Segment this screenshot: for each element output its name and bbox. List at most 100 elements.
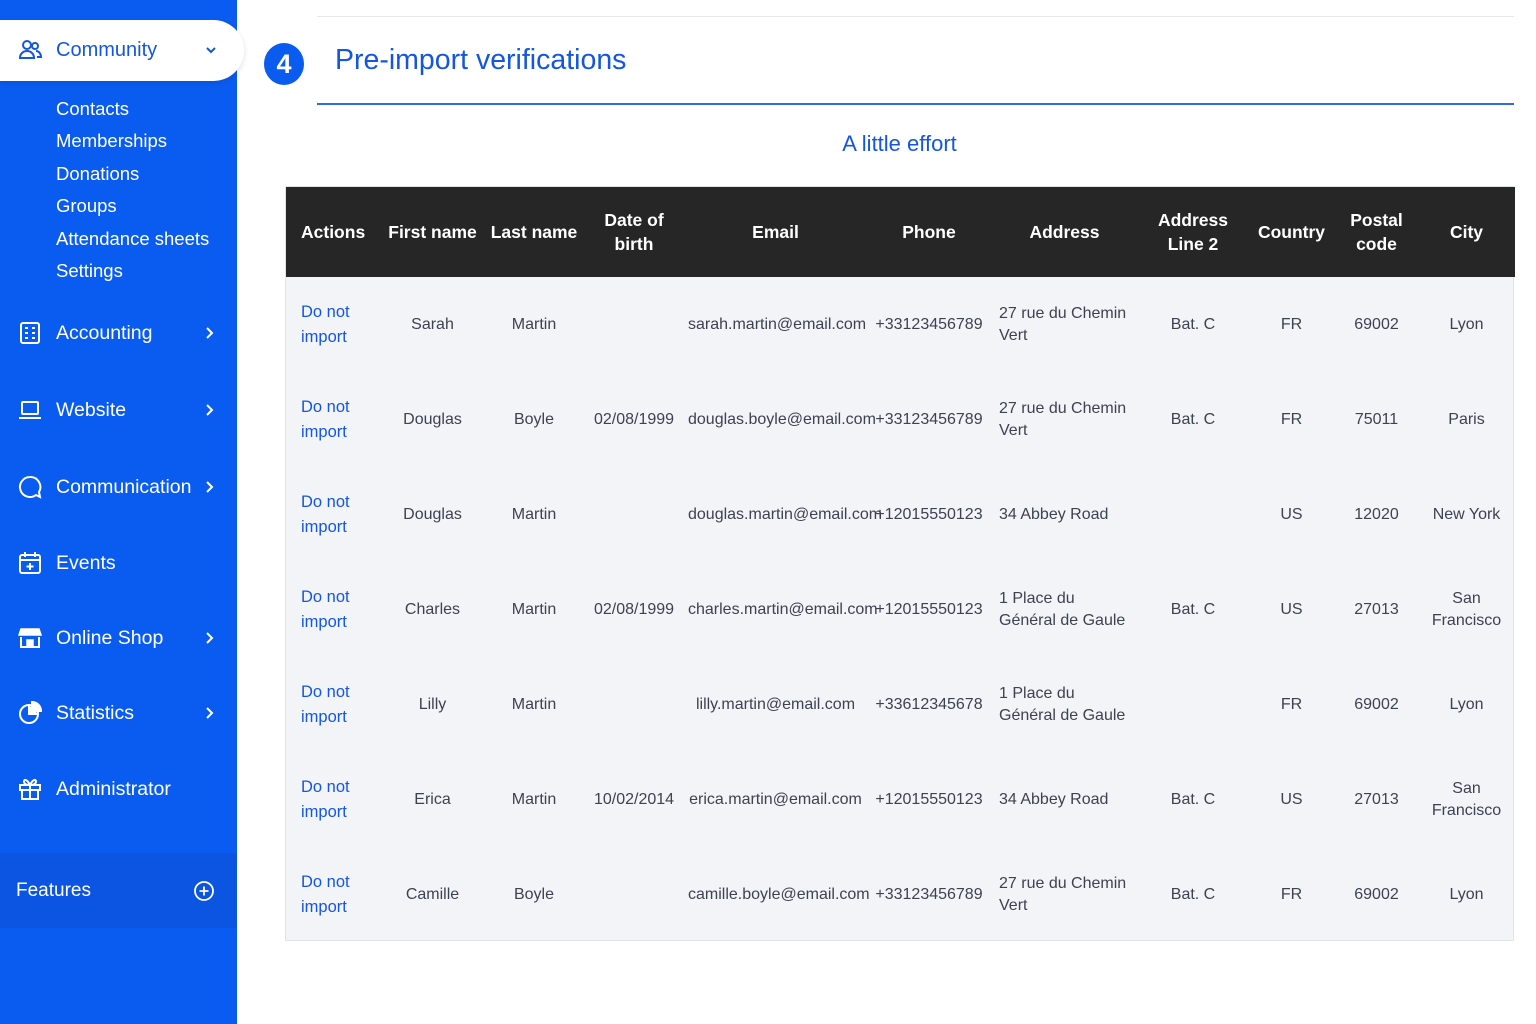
import-table: Actions First name Last name Date of bir… xyxy=(286,187,1515,942)
submenu-item-memberships[interactable]: Memberships xyxy=(56,125,209,157)
do-not-import-link[interactable]: Do not import xyxy=(286,752,381,847)
table-row: Do not import Erica Martin 10/02/2014 er… xyxy=(286,752,1515,847)
cell-country: FR xyxy=(1280,410,1303,428)
sidebar-item-events[interactable]: Events xyxy=(0,543,237,583)
page-title: Pre-import verifications xyxy=(335,44,627,76)
column-header-last-name: Last name xyxy=(490,222,578,242)
cell-date-of-birth xyxy=(584,847,684,942)
submenu-item-settings[interactable]: Settings xyxy=(56,255,209,287)
cell-city: San Francisco xyxy=(1431,779,1502,819)
sidebar-item-accounting[interactable]: Accounting xyxy=(0,313,237,353)
cell-email: camille.boyle@email.com xyxy=(688,885,870,903)
do-not-import-link[interactable]: Do not import xyxy=(286,562,381,657)
do-not-import-link[interactable]: Do not import xyxy=(286,372,381,467)
plus-circle-icon[interactable] xyxy=(193,880,215,902)
cell-address: 27 rue du Chemin Vert xyxy=(999,399,1127,439)
submenu-item-attendance-sheets[interactable]: Attendance sheets xyxy=(56,223,209,255)
cell-address: 1 Place du Général de Gaule xyxy=(999,589,1126,629)
cell-last-name: Martin xyxy=(511,600,557,618)
cell-date-of-birth: 10/02/2014 xyxy=(593,790,675,808)
cell-date-of-birth: 02/08/1999 xyxy=(593,600,675,618)
cell-email: erica.martin@email.com xyxy=(689,790,862,808)
cell-postal-code: 69002 xyxy=(1354,695,1399,713)
cell-postal-code: 27013 xyxy=(1354,600,1399,618)
submenu-item-contacts[interactable]: Contacts xyxy=(56,93,209,125)
table-row: Do not import Douglas Martin douglas.mar… xyxy=(286,467,1515,562)
sidebar-item-label: Communication xyxy=(56,476,192,498)
column-header-date-of-birth: Date of birth xyxy=(604,210,664,254)
sidebar-item-administrator[interactable]: Administrator xyxy=(0,769,237,809)
cell-address-line-2 xyxy=(1138,657,1248,752)
sidebar-item-label: Website xyxy=(56,399,127,421)
do-not-import-link[interactable]: Do not import xyxy=(286,277,381,372)
cell-last-name: Boyle xyxy=(513,410,555,428)
submenu-item-groups[interactable]: Groups xyxy=(56,190,209,222)
cell-first-name: Douglas xyxy=(403,410,462,428)
cell-email: charles.martin@email.com xyxy=(688,600,878,618)
chevron-down-icon[interactable] xyxy=(203,42,219,58)
title-divider xyxy=(317,103,1514,105)
chevron-right-icon xyxy=(206,707,214,719)
cell-address: 34 Abbey Road xyxy=(999,505,1109,523)
sidebar-item-community[interactable]: Community xyxy=(0,20,244,81)
sidebar-item-statistics[interactable]: Statistics xyxy=(0,693,237,733)
table-row: Do not import Charles Martin 02/08/1999 … xyxy=(286,562,1515,657)
cell-first-name: Lilly xyxy=(418,695,447,713)
chevron-right-icon xyxy=(206,327,214,339)
calendar-plus-icon xyxy=(19,552,41,574)
cell-city: Lyon xyxy=(1449,885,1484,903)
cell-address: 27 rue du Chemin Vert xyxy=(999,304,1127,344)
submenu-item-donations[interactable]: Donations xyxy=(56,158,209,190)
cell-address: 34 Abbey Road xyxy=(999,790,1109,808)
cell-first-name: Erica xyxy=(414,790,451,808)
building-icon xyxy=(20,322,40,344)
table-row: Do not import Douglas Boyle 02/08/1999 d… xyxy=(286,372,1515,467)
cell-last-name: Boyle xyxy=(513,885,555,903)
cell-postal-code: 27013 xyxy=(1354,790,1399,808)
cell-phone: +33123456789 xyxy=(875,410,983,428)
do-not-import-link[interactable]: Do not import xyxy=(286,657,381,752)
cell-city: Paris xyxy=(1448,410,1485,428)
do-not-import-link[interactable]: Do not import xyxy=(286,467,381,562)
cell-address-line-2: Bat. C xyxy=(1170,790,1216,808)
sidebar: Community Contacts Memberships Donations… xyxy=(0,0,244,1024)
features-button[interactable]: Features xyxy=(0,853,237,928)
cell-phone: +33123456789 xyxy=(875,885,983,903)
cell-country: FR xyxy=(1280,885,1303,903)
cell-email: douglas.martin@email.com xyxy=(688,505,883,523)
table-row: Do not import Camille Boyle camille.boyl… xyxy=(286,847,1515,942)
top-divider xyxy=(317,16,1514,17)
gift-icon xyxy=(19,778,41,800)
do-not-import-link[interactable]: Do not import xyxy=(286,847,381,942)
chevron-right-icon xyxy=(206,632,214,644)
cell-phone: +12015550123 xyxy=(875,600,983,618)
sidebar-item-communication[interactable]: Communication xyxy=(0,467,237,507)
sidebar-item-online-shop[interactable]: Online Shop xyxy=(0,618,237,658)
sidebar-item-label: Administrator xyxy=(56,778,171,800)
cell-country: FR xyxy=(1280,315,1303,333)
community-submenu: Contacts Memberships Donations Groups At… xyxy=(56,93,209,287)
import-table-container: Actions First name Last name Date of bir… xyxy=(285,186,1515,942)
cell-city: New York xyxy=(1432,505,1501,523)
table-header-row: Actions First name Last name Date of bir… xyxy=(286,187,1515,277)
cell-address: 1 Place du Général de Gaule xyxy=(999,684,1126,724)
cell-address-line-2: Bat. C xyxy=(1170,315,1216,333)
table-row: Do not import Lilly Martin lilly.martin@… xyxy=(286,657,1515,752)
cell-city: Lyon xyxy=(1449,695,1484,713)
cell-first-name: Douglas xyxy=(403,505,462,523)
cell-city: Lyon xyxy=(1449,315,1484,333)
cell-first-name: Charles xyxy=(404,600,461,618)
sidebar-item-label: Online Shop xyxy=(56,627,164,649)
column-header-country: Country xyxy=(1257,222,1326,242)
column-header-email: Email xyxy=(752,222,799,242)
cell-last-name: Martin xyxy=(511,790,557,808)
cell-address-line-2: Bat. C xyxy=(1170,885,1216,903)
cell-email: lilly.martin@email.com xyxy=(695,695,856,713)
cell-address-line-2 xyxy=(1138,467,1248,562)
cell-last-name: Martin xyxy=(511,505,557,523)
sidebar-item-website[interactable]: Website xyxy=(0,390,237,430)
cell-date-of-birth xyxy=(584,467,684,562)
column-header-actions: Actions xyxy=(301,222,366,242)
cell-date-of-birth: 02/08/1999 xyxy=(593,410,675,428)
cell-phone: +12015550123 xyxy=(875,790,983,808)
